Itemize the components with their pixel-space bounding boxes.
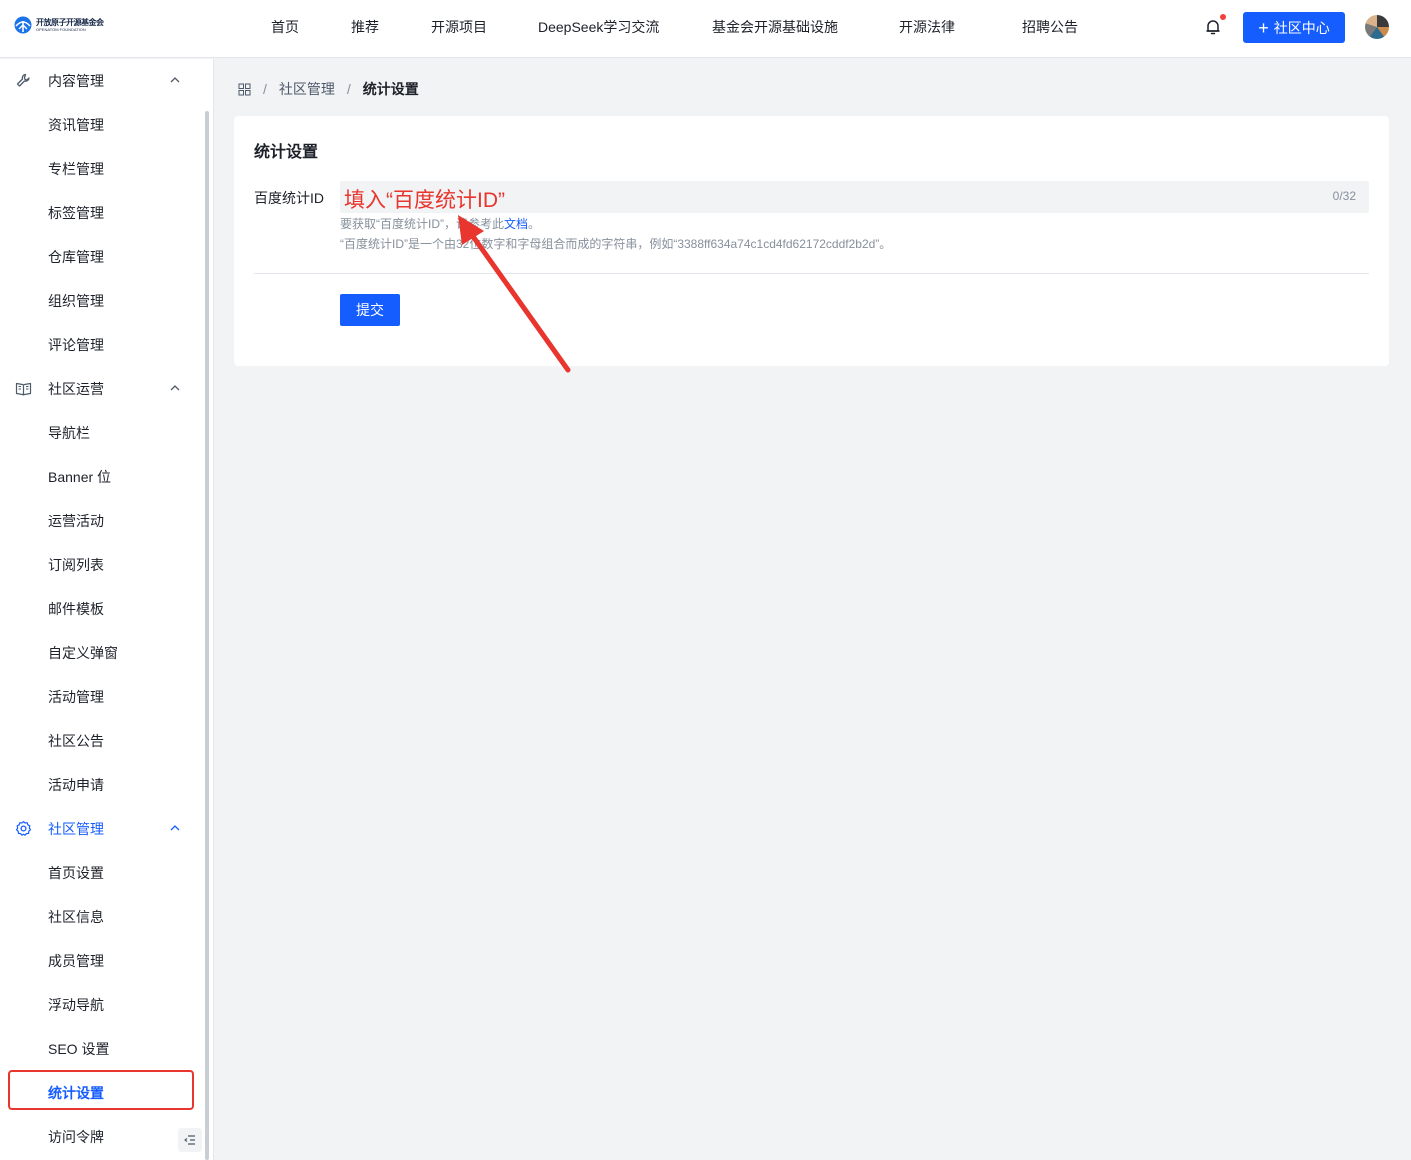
sidebar-item-columns[interactable]: 专栏管理: [0, 147, 205, 191]
sidebar: 内容管理 资讯管理 专栏管理 标签管理 仓库管理 组织管理 评论管理 社区运营 …: [0, 59, 214, 1160]
avatar[interactable]: [1365, 15, 1389, 39]
sidebar-item-label: 组织管理: [48, 293, 104, 309]
chevron-up-icon: [170, 825, 180, 831]
apps-icon[interactable]: [238, 83, 251, 96]
sidebar-item-community-info[interactable]: 社区信息: [0, 895, 205, 939]
sidebar-item-access-tokens[interactable]: 访问令牌: [0, 1115, 205, 1159]
help-text-suffix: 。: [528, 217, 541, 231]
logo[interactable]: 开放原子开源基金会 OPENATOM FOUNDATION: [14, 16, 104, 34]
sidebar-group-label: 社区管理: [48, 821, 104, 837]
book-icon: [15, 382, 32, 396]
sidebar-item-banner[interactable]: Banner 位: [0, 455, 205, 499]
sidebar-scrollbar[interactable]: [205, 111, 209, 1160]
submit-button[interactable]: 提交: [340, 294, 400, 326]
baidu-id-input-value: 填入“百度统计ID”: [344, 189, 505, 212]
annotation-highlight-box: [8, 1070, 194, 1110]
sidebar-item-label: 活动管理: [48, 689, 104, 705]
sidebar-group-label: 内容管理: [48, 73, 104, 89]
plus-icon: +: [1258, 17, 1269, 38]
sidebar-item-repos[interactable]: 仓库管理: [0, 235, 205, 279]
sidebar-item-campaigns[interactable]: 运营活动: [0, 499, 205, 543]
nav-law[interactable]: 开源法律: [899, 17, 955, 37]
sidebar-item-email-templates[interactable]: 邮件模板: [0, 587, 205, 631]
sidebar-group-operations[interactable]: 社区运营: [0, 367, 205, 411]
breadcrumb-separator: /: [263, 81, 267, 97]
sidebar-item-navbar[interactable]: 导航栏: [0, 411, 205, 455]
nav-jobs[interactable]: 招聘公告: [1022, 17, 1078, 37]
breadcrumb-separator: /: [346, 81, 351, 97]
chevron-up-icon: [170, 77, 180, 83]
nav-projects[interactable]: 开源项目: [431, 17, 487, 37]
help-text-prefix: 要获取“百度统计ID”，请参考此: [340, 217, 504, 231]
divider: [254, 273, 1369, 274]
sidebar-item-label: 活动申请: [48, 777, 104, 793]
sidebar-item-label: 自定义弹窗: [48, 645, 118, 661]
sidebar-item-label: 仓库管理: [48, 249, 104, 265]
sidebar-item-label: 运营活动: [48, 513, 104, 529]
sidebar-item-members[interactable]: 成员管理: [0, 939, 205, 983]
sidebar-item-floating-nav[interactable]: 浮动导航: [0, 983, 205, 1027]
baidu-id-label: 百度统计ID: [254, 190, 324, 206]
nav-deepseek[interactable]: DeepSeek学习交流: [538, 17, 659, 37]
breadcrumb: / 社区管理 / 统计设置: [238, 79, 419, 99]
sidebar-item-label: 社区公告: [48, 733, 104, 749]
sidebar-item-label: 社区信息: [48, 909, 104, 925]
top-header: 开放原子开源基金会 OPENATOM FOUNDATION 首页 推荐 开源项目…: [0, 0, 1411, 58]
sidebar-item-label: 访问令牌: [48, 1129, 104, 1145]
chevron-up-icon: [170, 385, 180, 391]
breadcrumb-parent[interactable]: 社区管理: [279, 79, 335, 99]
sidebar-item-label: SEO 设置: [48, 1041, 110, 1057]
sidebar-item-comments[interactable]: 评论管理: [0, 323, 205, 367]
sidebar-item-seo[interactable]: SEO 设置: [0, 1027, 205, 1071]
logo-icon: [14, 16, 32, 34]
wrench-icon: [16, 73, 30, 87]
sidebar-group-label: 社区运营: [48, 381, 104, 397]
sidebar-item-label: 导航栏: [48, 425, 90, 441]
sidebar-item-label: 订阅列表: [48, 557, 104, 573]
gear-icon: [15, 820, 32, 836]
nav-infrastructure[interactable]: 基金会开源基础设施: [712, 17, 838, 37]
sidebar-item-tags[interactable]: 标签管理: [0, 191, 205, 235]
community-center-label: 社区中心: [1273, 19, 1330, 36]
bell-icon[interactable]: [1204, 18, 1222, 36]
sidebar-item-news[interactable]: 资讯管理: [0, 103, 205, 147]
sidebar-item-announcements[interactable]: 社区公告: [0, 719, 205, 763]
breadcrumb-current: 统计设置: [362, 81, 419, 97]
sidebar-item-orgs[interactable]: 组织管理: [0, 279, 205, 323]
docs-link[interactable]: 文档: [504, 217, 528, 231]
help-text-docs: 要获取“百度统计ID”，请参考此文档。: [340, 215, 540, 232]
sidebar-item-label: 标签管理: [48, 205, 104, 221]
logo-text-en: OPENATOM FOUNDATION: [36, 26, 86, 32]
notification-dot: [1220, 14, 1226, 20]
sidebar-group-community[interactable]: 社区管理: [0, 807, 205, 851]
sidebar-item-label: 邮件模板: [48, 601, 104, 617]
sidebar-item-label: 评论管理: [48, 337, 104, 353]
settings-card: 统计设置 百度统计ID 填入“百度统计ID” 0/32 要获取“百度统计ID”，…: [234, 116, 1389, 366]
logo-text-cn: 开放原子开源基金会: [36, 17, 104, 27]
nav-home[interactable]: 首页: [271, 17, 299, 37]
help-text-format: “百度统计ID”是一个由32位数字和字母组合而成的字符串，例如“3388ff63…: [340, 237, 892, 251]
sidebar-item-event-requests[interactable]: 活动申请: [0, 763, 205, 807]
sidebar-item-subscriptions[interactable]: 订阅列表: [0, 543, 205, 587]
collapse-sidebar-button[interactable]: [178, 1128, 202, 1152]
char-counter: 0/32: [1332, 189, 1356, 203]
sidebar-item-label: 资讯管理: [48, 117, 104, 133]
sidebar-item-home-settings[interactable]: 首页设置: [0, 851, 205, 895]
page-title: 统计设置: [254, 144, 319, 161]
sidebar-item-label: 成员管理: [48, 953, 104, 969]
sidebar-item-custom-popup[interactable]: 自定义弹窗: [0, 631, 205, 675]
baidu-id-input[interactable]: 填入“百度统计ID” 0/32: [340, 181, 1369, 213]
community-center-button[interactable]: + 社区中心: [1243, 12, 1345, 43]
sidebar-group-content[interactable]: 内容管理: [0, 59, 205, 103]
sidebar-item-label: 专栏管理: [48, 161, 104, 177]
sidebar-item-label: Banner 位: [48, 469, 112, 485]
nav-recommend[interactable]: 推荐: [351, 17, 379, 37]
sidebar-item-label: 浮动导航: [48, 997, 104, 1013]
menu-fold-icon: [184, 1135, 195, 1145]
sidebar-item-events[interactable]: 活动管理: [0, 675, 205, 719]
sidebar-item-label: 首页设置: [48, 865, 104, 881]
